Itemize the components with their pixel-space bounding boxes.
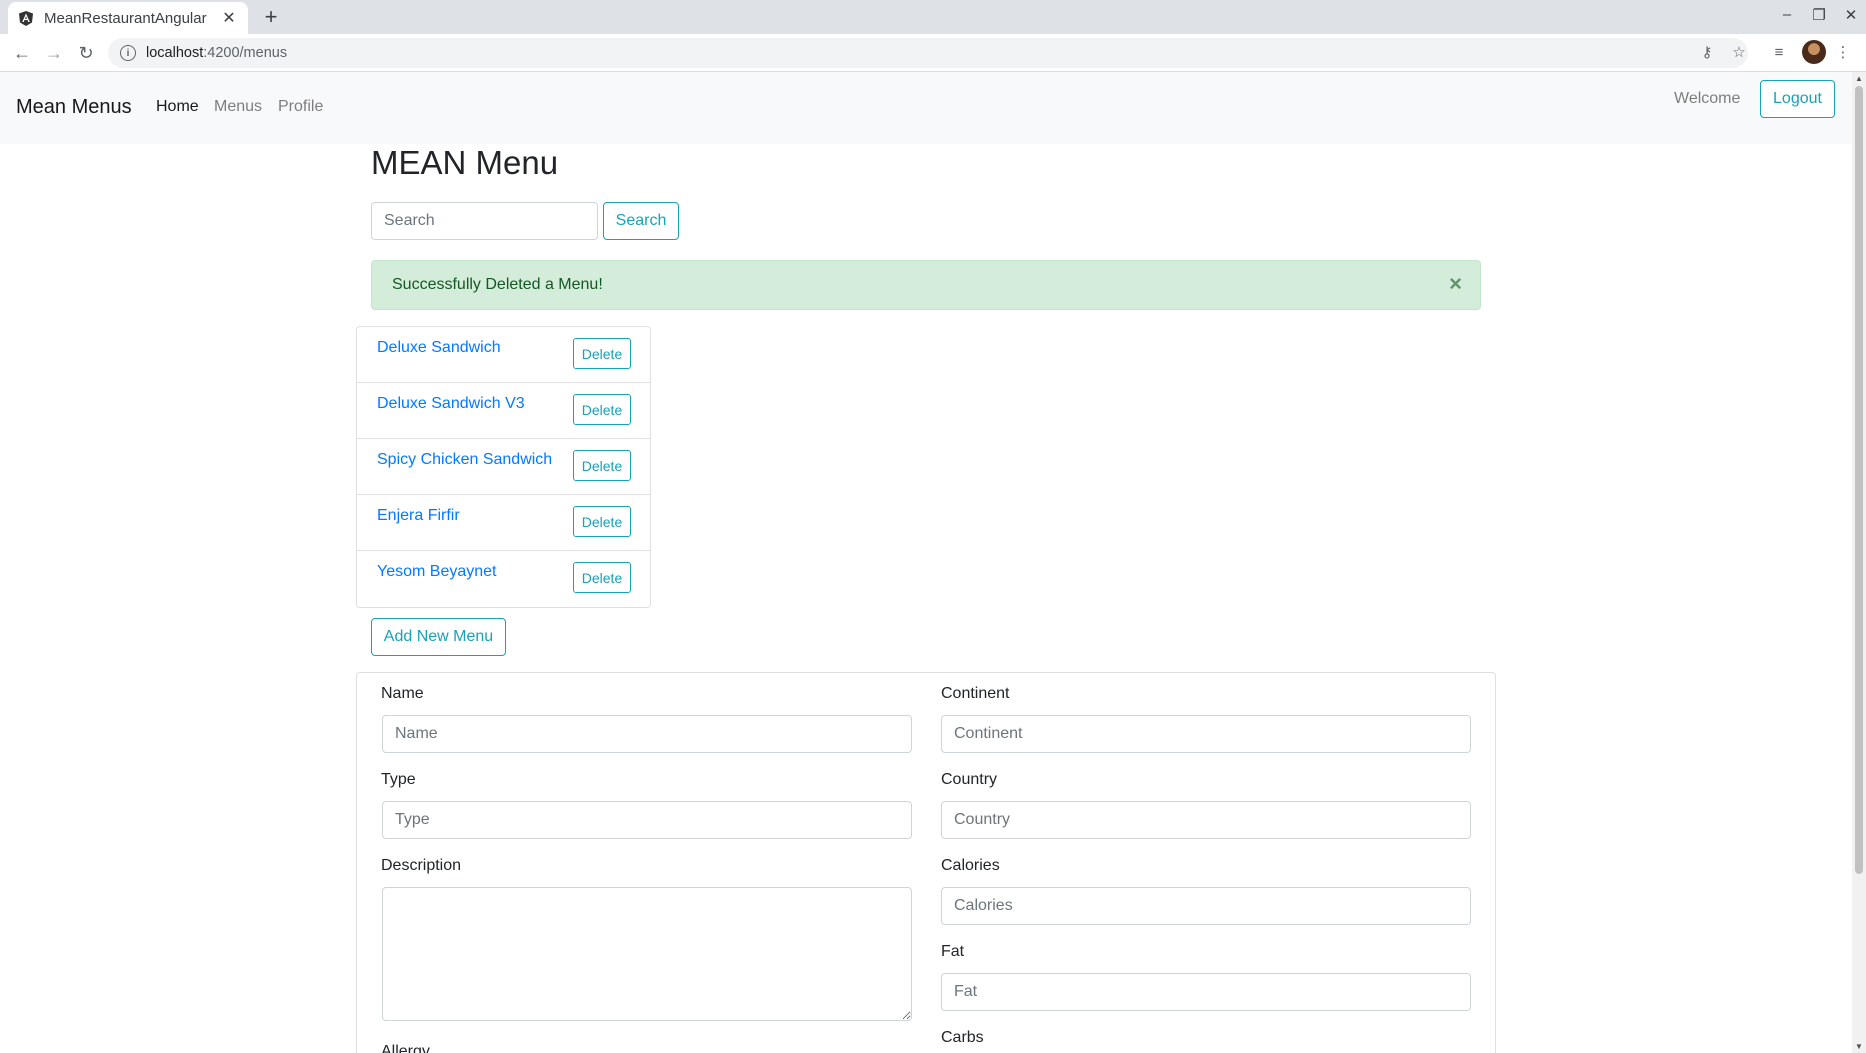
menu-form: Name Type Description Allergy Continent … (356, 672, 1496, 1053)
type-field[interactable] (382, 801, 912, 839)
list-item: Spicy Chicken Sandwich Delete (357, 439, 650, 495)
scrollbar-thumb[interactable] (1855, 86, 1863, 874)
description-field[interactable] (382, 887, 912, 1021)
description-label: Description (381, 857, 462, 874)
welcome-text: Welcome (1674, 90, 1741, 107)
url-text: localhost:4200/menus (146, 45, 288, 61)
top-navbar: Mean Menus Home Menus Profile Welcome Lo… (0, 72, 1852, 144)
delete-button[interactable]: Delete (573, 338, 631, 369)
menu-link[interactable]: Yesom Beyaynet (377, 563, 496, 581)
back-icon[interactable]: ← (10, 42, 34, 64)
success-alert: Successfully Deleted a Menu! × (371, 260, 1481, 310)
add-new-menu-button[interactable]: Add New Menu (371, 618, 506, 656)
key-icon[interactable]: ⚷ (1696, 42, 1718, 64)
scroll-down-icon[interactable]: ▼ (1855, 1042, 1863, 1051)
logout-button[interactable]: Logout (1760, 80, 1835, 118)
name-label: Name (381, 685, 424, 702)
delete-button[interactable]: Delete (573, 562, 631, 593)
calories-label: Calories (941, 857, 1000, 874)
list-item: Deluxe Sandwich Delete (357, 327, 650, 383)
brand[interactable]: Mean Menus (16, 96, 132, 119)
menu-link[interactable]: Spicy Chicken Sandwich (377, 451, 552, 469)
nav-menus[interactable]: Menus (214, 98, 262, 116)
search-input[interactable] (371, 202, 598, 240)
page-scrollbar[interactable]: ▲ ▼ (1852, 72, 1866, 1053)
address-bar: ← → ↻ i localhost:4200/menus ⚷ ☆ ≡ ⋮ (0, 34, 1866, 72)
reload-icon[interactable]: ↻ (74, 42, 98, 64)
alert-close-icon[interactable]: × (1449, 273, 1462, 295)
list-item: Deluxe Sandwich V3 Delete (357, 383, 650, 439)
delete-button[interactable]: Delete (573, 450, 631, 481)
browser-tab[interactable]: MeanRestaurantAngular ✕ (8, 2, 248, 34)
minimize-icon[interactable]: – (1776, 6, 1798, 23)
allergy-label: Allergy (381, 1043, 430, 1053)
forward-icon[interactable]: → (42, 42, 66, 64)
alert-message: Successfully Deleted a Menu! (392, 276, 603, 293)
menu-link[interactable]: Deluxe Sandwich (377, 339, 501, 357)
list-item: Enjera Firfir Delete (357, 495, 650, 551)
tab-title: MeanRestaurantAngular (44, 9, 207, 27)
fat-label: Fat (941, 943, 965, 960)
page-title: MEAN Menu (371, 144, 559, 181)
menu-link[interactable]: Enjera Firfir (377, 507, 460, 525)
site-info-icon[interactable]: i (120, 45, 136, 61)
country-field[interactable] (941, 801, 1471, 839)
name-field[interactable] (382, 715, 912, 753)
type-label: Type (381, 771, 416, 788)
delete-button[interactable]: Delete (573, 506, 631, 537)
continent-field[interactable] (941, 715, 1471, 753)
more-icon[interactable]: ⋮ (1832, 42, 1854, 64)
profile-avatar[interactable] (1802, 40, 1826, 64)
page-viewport: Mean Menus Home Menus Profile Welcome Lo… (0, 72, 1852, 1053)
carbs-label: Carbs (941, 1029, 984, 1046)
menu-link[interactable]: Deluxe Sandwich V3 (377, 395, 525, 413)
angular-icon (18, 10, 34, 26)
search-button[interactable]: Search (603, 202, 679, 240)
list-item: Yesom Beyaynet Delete (357, 551, 650, 607)
delete-button[interactable]: Delete (573, 394, 631, 425)
tab-close-icon[interactable]: ✕ (220, 8, 238, 28)
restore-icon[interactable]: ❐ (1808, 6, 1830, 24)
nav-home[interactable]: Home (156, 98, 199, 116)
star-icon[interactable]: ☆ (1728, 42, 1750, 64)
menu-list: Deluxe Sandwich Delete Deluxe Sandwich V… (356, 326, 651, 608)
calories-field[interactable] (941, 887, 1471, 925)
omnibox[interactable]: i localhost:4200/menus (108, 38, 1748, 68)
new-tab-icon[interactable]: + (258, 4, 284, 30)
window-close-icon[interactable]: ✕ (1840, 6, 1862, 24)
scroll-up-icon[interactable]: ▲ (1855, 74, 1863, 83)
continent-label: Continent (941, 685, 1010, 702)
browser-tabbar: MeanRestaurantAngular ✕ + – ❐ ✕ (0, 0, 1866, 34)
nav-profile[interactable]: Profile (278, 98, 323, 116)
fat-field[interactable] (941, 973, 1471, 1011)
country-label: Country (941, 771, 998, 788)
media-icon[interactable]: ≡ (1768, 42, 1790, 64)
